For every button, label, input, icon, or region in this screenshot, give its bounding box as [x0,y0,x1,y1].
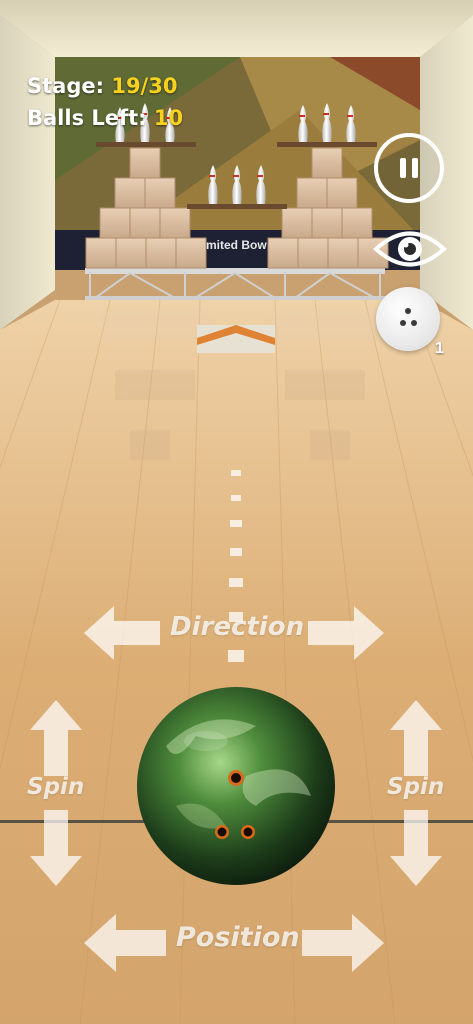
position-right-arrow[interactable] [300,914,384,972]
pause-button[interactable] [374,133,444,203]
stage-row: Stage: 19/30 [27,70,183,102]
pause-icon [397,158,421,178]
spin-left-down-arrow[interactable] [30,810,82,886]
position-label: Position [176,922,300,953]
position-left-arrow[interactable] [84,914,168,972]
spin-left-label: Spin [27,774,85,800]
direction-right-arrow[interactable] [306,606,384,660]
camera-view-button[interactable] [372,226,448,272]
ball-count-badge: 1 [435,340,444,357]
direction-left-arrow[interactable] [84,606,162,660]
balls-left-row: Balls Left: 10 [27,102,183,134]
eye-icon [373,231,447,267]
spin-left-up-arrow[interactable] [30,700,82,776]
bowling-ball[interactable] [136,686,336,886]
ball-select-button[interactable] [376,287,440,351]
stage-label: Stage: [27,74,112,98]
direction-label: Direction [170,612,305,642]
spin-right-up-arrow[interactable] [390,700,442,776]
lane-sign: mited Bow [206,238,267,252]
stage-value: 19/30 [111,74,178,98]
spin-right-label: Spin [387,774,445,800]
hud-panel: Stage: 19/30 Balls Left: 10 [27,70,183,134]
spin-right-down-arrow[interactable] [390,810,442,886]
balls-left-label: Balls Left: [27,106,154,130]
balls-left-value: 10 [153,106,184,130]
